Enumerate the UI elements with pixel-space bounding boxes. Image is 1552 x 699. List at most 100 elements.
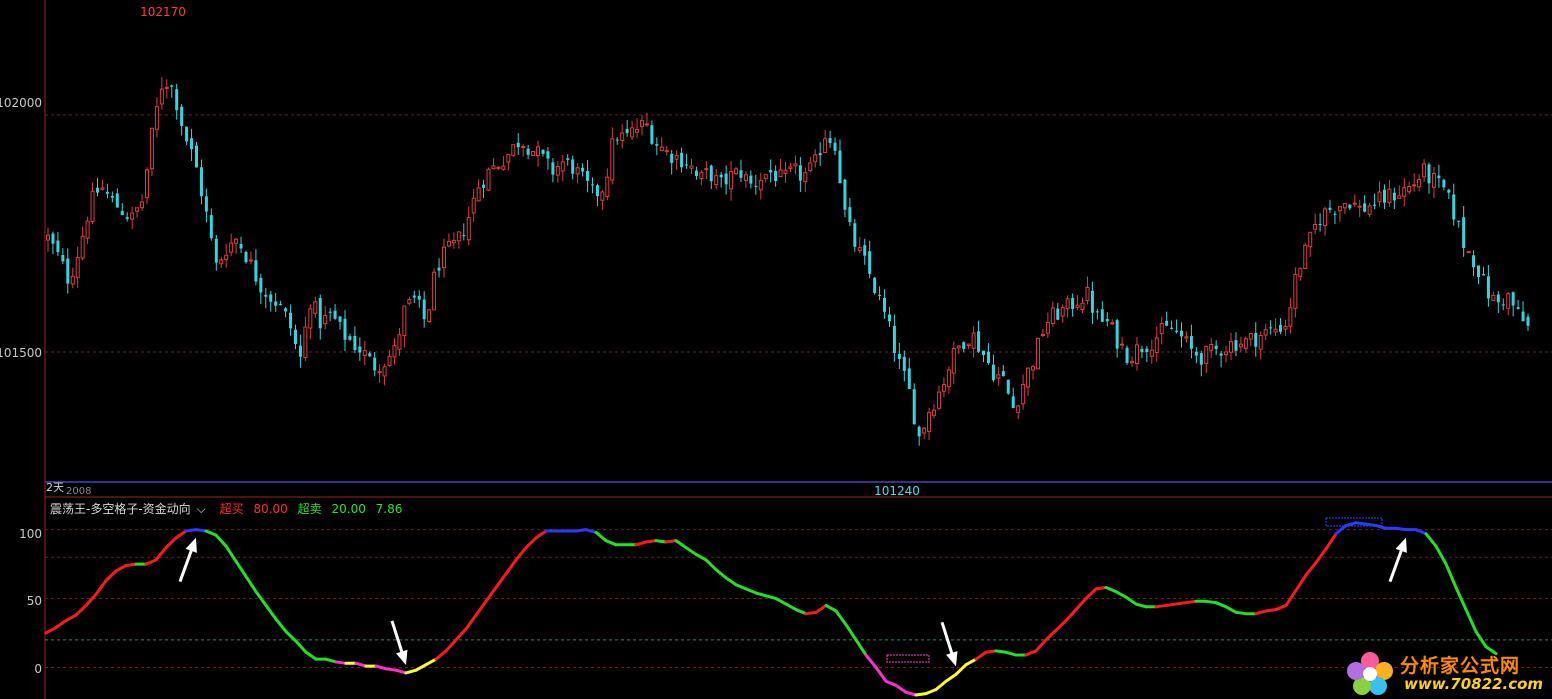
candle-up: [521, 146, 526, 149]
candle-down: [328, 311, 332, 313]
grid-lines: [45, 114, 1552, 668]
candle-up: [427, 309, 432, 322]
candle-down: [719, 174, 723, 178]
candle-down: [368, 353, 372, 357]
candle-up: [402, 305, 407, 337]
candle-up: [1506, 293, 1511, 309]
indicator-segment: [1274, 603, 1288, 612]
candle-down: [769, 170, 773, 173]
indicator-segment: [1344, 521, 1358, 528]
indicator-segment: [734, 583, 748, 591]
candle-up: [303, 326, 308, 359]
candle-down: [259, 277, 263, 293]
candle-down: [828, 138, 832, 143]
candle-up: [362, 350, 367, 356]
candle-up: [1407, 185, 1412, 193]
indicator-segment: [694, 552, 708, 562]
indicator-segment: [1434, 544, 1448, 566]
indicator-segment: [754, 591, 768, 598]
candle-down: [115, 193, 119, 208]
candle-up: [1110, 322, 1115, 325]
indicator-segment: [1024, 649, 1038, 657]
candle-down: [269, 294, 273, 302]
candle-down: [185, 126, 189, 142]
candle-down: [1427, 164, 1431, 184]
chevron-down-icon[interactable]: ⌵: [197, 502, 206, 516]
high-price-label: 102170: [140, 5, 186, 19]
candle-down: [878, 294, 882, 296]
candle-down: [1100, 309, 1104, 322]
candle-up: [610, 138, 615, 181]
candle-up: [471, 197, 476, 214]
candle-down: [1001, 371, 1005, 377]
candle-down: [1521, 311, 1525, 322]
candle-down: [175, 89, 179, 111]
candle-up: [1313, 223, 1318, 230]
candle-up: [560, 161, 565, 172]
candle-down: [571, 159, 575, 174]
arrow-shaft: [390, 620, 404, 653]
indicator-segment: [954, 663, 968, 676]
indicator-segment: [1324, 532, 1338, 551]
indicator-segment: [774, 597, 788, 606]
indicator-segment: [1134, 602, 1148, 609]
candle-down: [348, 336, 352, 340]
indicator-segment: [924, 687, 938, 696]
candle-up: [75, 256, 80, 279]
candle-down: [655, 144, 659, 146]
candle-up: [506, 153, 511, 163]
indicator-segment: [1264, 608, 1278, 613]
indicator-segment: [264, 603, 278, 621]
candle-up: [1273, 328, 1278, 333]
candle-down: [739, 170, 743, 178]
candle-down: [749, 175, 753, 184]
candle-down: [977, 331, 981, 352]
low-price-label: 101240: [874, 484, 920, 498]
indicator-segment: [424, 657, 438, 667]
candle-up: [1258, 334, 1263, 350]
candle-up: [1303, 244, 1308, 270]
indicator-segment: [744, 587, 758, 595]
candle-down: [1392, 192, 1396, 201]
candle-up: [620, 132, 625, 141]
candle-up: [1060, 307, 1065, 317]
candle-up: [555, 166, 560, 176]
candle-down: [214, 238, 218, 263]
ind-y-tick-0: 0: [34, 662, 42, 676]
candle-down: [694, 170, 698, 176]
arrow-head: [185, 537, 197, 553]
candle-up: [1021, 384, 1026, 405]
indicator-segment: [1154, 603, 1168, 609]
candle-down: [516, 142, 520, 148]
candle-down: [422, 299, 426, 320]
candle-up: [1412, 184, 1417, 187]
indicator-name[interactable]: 震荡王-多空格子-资金动向: [50, 502, 191, 516]
candle-up: [1288, 307, 1293, 327]
candle-down: [279, 303, 283, 305]
candle-up: [788, 166, 793, 170]
indicator-segment: [1394, 526, 1408, 532]
indicator-segment: [684, 546, 698, 556]
candle-down: [709, 165, 713, 182]
candle-up: [1357, 205, 1362, 208]
candle-down: [204, 196, 208, 212]
candle-up: [140, 201, 145, 209]
candle-down: [1170, 327, 1174, 329]
candle-up: [1422, 163, 1427, 178]
candle-down: [1115, 320, 1119, 349]
indicator-segment: [1354, 521, 1368, 526]
indicator-segment: [1064, 608, 1078, 623]
candle-down: [982, 350, 986, 355]
candle-up: [248, 259, 253, 262]
indicator-segment: [664, 539, 678, 544]
indicator-segment: [704, 558, 718, 572]
indicator-segment: [214, 533, 228, 548]
indicator-segment: [1234, 610, 1248, 616]
candle-down: [685, 164, 689, 166]
candle-down: [66, 258, 70, 284]
candle-up: [486, 168, 491, 191]
candle-up: [803, 172, 808, 183]
candle-up: [1248, 333, 1253, 340]
candle-up: [1085, 287, 1090, 302]
candle-up: [466, 216, 471, 241]
